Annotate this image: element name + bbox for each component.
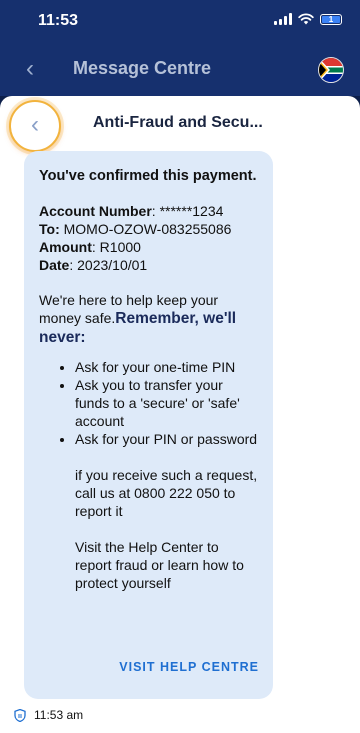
page-title: Message Centre (73, 58, 212, 78)
help-note: Visit the Help Center to report fraud or… (75, 539, 244, 591)
message-bubble: You've confirmed this payment. Account N… (24, 151, 273, 699)
signal-icon (274, 13, 292, 25)
account-number-row: Account Number: ******1234 (39, 202, 259, 220)
date-row: Date: 2023/10/01 (39, 256, 259, 274)
battery-icon: 1 (320, 13, 342, 25)
status-bar: 11:53 1 (0, 0, 360, 42)
wifi-icon (298, 13, 314, 25)
amount-row: Amount: R1000 (39, 238, 259, 256)
timestamp-text: 11:53 am (34, 708, 84, 722)
list-item: Ask for your one-time PIN (75, 358, 259, 376)
recipient-label: To: (39, 221, 60, 237)
payment-details: Account Number: ******1234 To: MOMO-OZOW… (39, 202, 259, 274)
app-header: ‹ Message Centre (0, 42, 360, 96)
thread-back-button[interactable]: ‹ (9, 100, 61, 152)
safety-intro: We're here to help keep your money safe.… (39, 291, 259, 347)
recipient-value: MOMO-OZOW-083255086 (59, 221, 232, 237)
back-chevron-icon[interactable]: ‹ (18, 56, 42, 82)
message-heading: You've confirmed this payment. (39, 168, 257, 184)
date-value: : 2023/10/01 (69, 257, 148, 273)
never-list: Ask for your one-time PIN Ask you to tra… (39, 358, 259, 448)
thread-title: Anti-Fraud and Secu... (93, 114, 263, 131)
account-number-label: Account Number (39, 203, 152, 219)
amount-value: : R1000 (91, 239, 141, 255)
battery-level: 1 (322, 15, 340, 23)
bank-shield-icon (14, 708, 26, 722)
call-note: if you receive such a request, call us a… (75, 467, 258, 519)
list-item: Ask for your PIN or password (75, 430, 259, 448)
status-icons: 1 (274, 13, 342, 25)
message-timestamp: 11:53 am (14, 708, 83, 722)
list-item: Ask you to transfer your funds to a 'sec… (75, 376, 259, 430)
account-number-value: : ******1234 (151, 203, 224, 219)
south-africa-flag-icon[interactable] (318, 57, 344, 83)
date-label: Date (39, 257, 70, 273)
amount-label: Amount (39, 239, 92, 255)
visit-help-centre-link[interactable]: VISIT HELP CENTRE (119, 658, 259, 676)
message-thread: ‹ Anti-Fraud and Secu... You've confirme… (0, 96, 360, 733)
recipient-row: To: MOMO-OZOW-083255086 (39, 220, 259, 238)
status-time: 11:53 (38, 12, 79, 29)
